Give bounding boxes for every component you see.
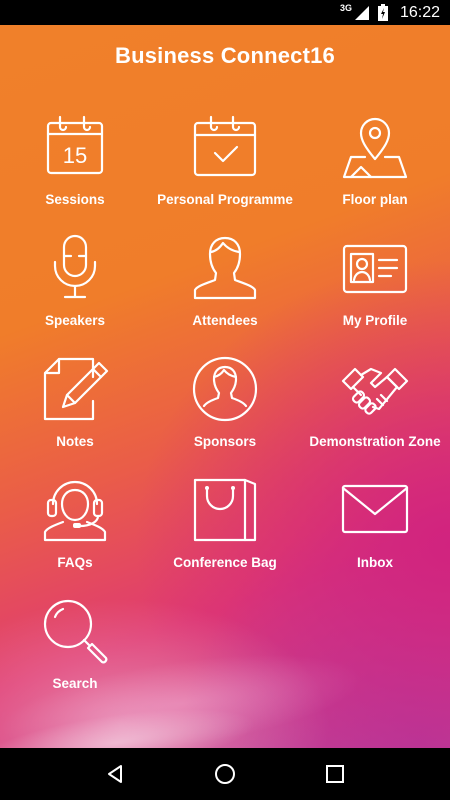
tile-speakers[interactable]: Speakers: [0, 234, 150, 355]
back-icon: [108, 765, 122, 783]
tile-label: Sessions: [45, 192, 105, 207]
tile-label: Demonstration Zone: [309, 434, 441, 449]
tile-label: My Profile: [342, 313, 408, 328]
envelope-icon: [341, 476, 409, 544]
status-bar: 3G 16:22: [0, 0, 450, 25]
home-button[interactable]: [205, 754, 245, 794]
tile-sessions[interactable]: 15 Sessions: [0, 113, 150, 234]
menu-grid: 15 Sessions Personal Programme Floor pla…: [0, 113, 450, 718]
tile-label: Personal Programme: [157, 192, 293, 207]
tile-notes[interactable]: Notes: [0, 355, 150, 476]
tile-conference-bag[interactable]: Conference Bag: [150, 476, 300, 597]
tile-label: Search: [52, 676, 98, 691]
clock: 16:22: [399, 3, 440, 21]
map-pin-icon: [341, 113, 409, 181]
person-circle-icon: [191, 355, 259, 423]
tile-search[interactable]: Search: [0, 597, 150, 718]
tile-my-profile[interactable]: My Profile: [300, 234, 450, 355]
tile-inbox[interactable]: Inbox: [300, 476, 450, 597]
person-icon: [191, 234, 259, 302]
shopping-bag-icon: [191, 476, 259, 544]
tile-faqs[interactable]: FAQs: [0, 476, 150, 597]
id-card-icon: [341, 234, 409, 302]
back-button[interactable]: [95, 754, 135, 794]
battery-icon: [377, 4, 388, 21]
navigation-bar: [0, 748, 450, 800]
calendar-15-icon: 15: [41, 113, 109, 181]
magnifier-icon: [41, 597, 109, 665]
tile-label: Conference Bag: [173, 555, 277, 570]
microphone-icon: [41, 234, 109, 302]
tile-label: Speakers: [44, 313, 106, 328]
signal-icon: [354, 5, 369, 20]
tile-label: Attendees: [192, 313, 258, 328]
calendar-check-icon: [191, 113, 259, 181]
page-title: Business Connect16: [114, 43, 335, 68]
tile-floor-plan[interactable]: Floor plan: [300, 113, 450, 234]
calendar-day: 15: [63, 143, 87, 168]
headset-icon: [41, 476, 109, 544]
app-screen: Business Connect16 15 Sessions Personal …: [0, 25, 450, 748]
tile-label: Sponsors: [193, 434, 257, 449]
tile-label: Floor plan: [342, 192, 408, 207]
tile-label: Notes: [56, 434, 94, 449]
recents-icon: [326, 765, 344, 783]
handshake-icon: [341, 355, 409, 423]
note-pencil-icon: [41, 355, 109, 423]
tile-sponsors[interactable]: Sponsors: [150, 355, 300, 476]
tile-attendees[interactable]: Attendees: [150, 234, 300, 355]
network-type: 3G: [339, 2, 352, 13]
tile-label: Inbox: [357, 555, 393, 570]
tile-personal-programme[interactable]: Personal Programme: [150, 113, 300, 234]
tile-label: FAQs: [57, 555, 93, 570]
home-icon: [215, 764, 235, 784]
recents-button[interactable]: [315, 754, 355, 794]
tile-demonstration-zone[interactable]: Demonstration Zone: [300, 355, 450, 476]
